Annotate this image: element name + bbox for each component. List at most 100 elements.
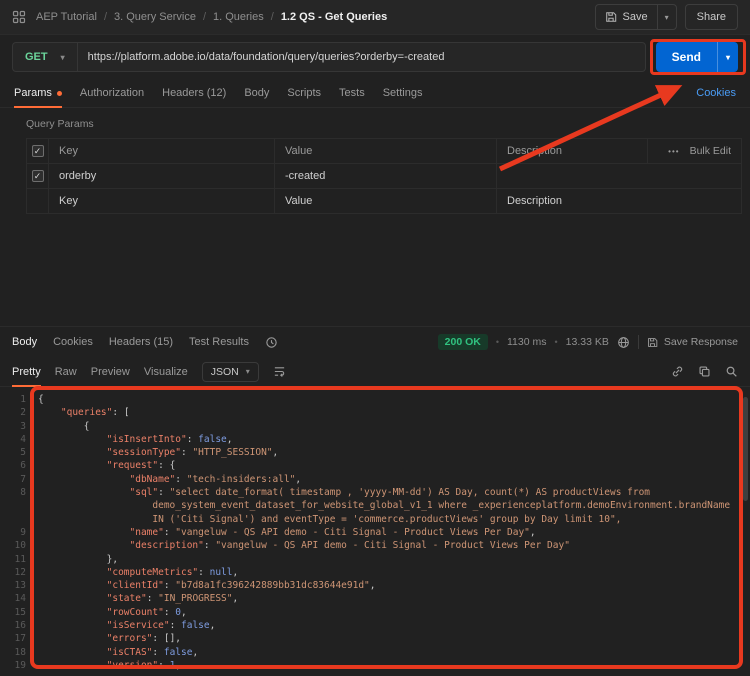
save-options-caret[interactable]: ▾ — [657, 5, 676, 29]
copy-icon[interactable] — [698, 365, 711, 378]
line-number: 12 — [0, 566, 38, 579]
param-row-empty: Key Value Description — [27, 189, 742, 214]
scrollbar-thumb[interactable] — [743, 397, 748, 501]
line-number: 1 — [0, 393, 38, 406]
code-text: "sessionType": "HTTP_SESSION", — [38, 446, 278, 459]
line-number: 10 — [0, 539, 38, 552]
code-line: IN ('Citi Signal') and eventType = 'comm… — [0, 513, 750, 526]
meta-separator: • — [555, 337, 558, 347]
save-response-icon — [647, 337, 658, 348]
breadcrumb: AEP Tutorial / 3. Query Service / 1. Que… — [36, 11, 387, 23]
param-row: ✓ orderby -created — [27, 164, 742, 189]
wrap-text-icon[interactable] — [273, 365, 286, 378]
cookies-link[interactable]: Cookies — [696, 87, 736, 99]
send-button[interactable]: Send — [656, 42, 717, 72]
response-tab-cookies[interactable]: Cookies — [53, 336, 93, 348]
workspace-icon[interactable] — [12, 10, 26, 24]
tab-authorization[interactable]: Authorization — [80, 79, 144, 107]
code-line: 18 "isCTAS": false, — [0, 646, 750, 659]
line-number: 13 — [0, 579, 38, 592]
format-dropdown[interactable]: JSON ▾ — [202, 362, 259, 382]
link-icon[interactable] — [671, 365, 684, 378]
history-icon[interactable] — [265, 336, 278, 349]
column-header-value: Value — [275, 139, 497, 164]
code-text: }, — [38, 553, 118, 566]
tab-params[interactable]: Params — [14, 79, 62, 107]
more-options-icon[interactable]: ••• — [668, 147, 679, 156]
code-text: "isCTAS": false, — [38, 646, 198, 659]
method-dropdown[interactable]: GET ▾ — [13, 43, 78, 71]
param-description-placeholder[interactable]: Description — [497, 189, 742, 214]
code-text: "version": 1, — [38, 659, 181, 672]
line-number: 2 — [0, 406, 38, 419]
status-badge: 200 OK — [438, 334, 488, 350]
chevron-down-icon: ▾ — [246, 367, 250, 376]
breadcrumb-item-collection[interactable]: AEP Tutorial — [36, 11, 97, 23]
code-line: 16 "isService": false, — [0, 619, 750, 632]
top-bar: AEP Tutorial / 3. Query Service / 1. Que… — [0, 0, 750, 35]
param-row-checkbox[interactable]: ✓ — [32, 170, 44, 182]
format-label: JSON — [211, 366, 239, 378]
save-button[interactable]: Save — [596, 5, 657, 29]
code-line: 5 "sessionType": "HTTP_SESSION", — [0, 446, 750, 459]
code-line: 15 "rowCount": 0, — [0, 606, 750, 619]
response-tab-headers[interactable]: Headers (15) — [109, 336, 173, 348]
response-tab-body[interactable]: Body — [12, 336, 37, 348]
bulk-edit-link[interactable]: Bulk Edit — [690, 145, 731, 157]
param-value-cell[interactable]: -created — [275, 164, 497, 189]
save-response-label: Save Response — [664, 336, 738, 348]
url-input[interactable] — [78, 43, 645, 71]
line-number: 15 — [0, 606, 38, 619]
line-number — [0, 513, 38, 526]
query-params-title: Query Params — [26, 118, 742, 130]
breadcrumb-separator: / — [104, 11, 107, 23]
param-value-placeholder[interactable]: Value — [275, 189, 497, 214]
response-toolbar: Pretty Raw Preview Visualize JSON ▾ — [0, 357, 750, 387]
code-text: "state": "IN_PROGRESS", — [38, 592, 238, 605]
code-text: "request": { — [38, 459, 175, 472]
query-params-section: Query Params ✓ Key Value Description •••… — [0, 108, 750, 214]
tab-scripts[interactable]: Scripts — [287, 79, 321, 107]
response-tab-test-results[interactable]: Test Results — [189, 336, 249, 348]
breadcrumb-separator: / — [203, 11, 206, 23]
param-description-cell[interactable] — [497, 164, 742, 189]
divider — [638, 335, 639, 349]
tab-settings[interactable]: Settings — [383, 79, 423, 107]
code-line: 1{ — [0, 393, 750, 406]
select-all-checkbox[interactable]: ✓ — [32, 145, 44, 157]
view-tab-pretty[interactable]: Pretty — [12, 357, 41, 386]
query-params-table: ✓ Key Value Description ••• Bulk Edit ✓ … — [26, 138, 742, 214]
line-number: 9 — [0, 526, 38, 539]
view-tab-visualize[interactable]: Visualize — [144, 357, 188, 386]
meta-separator: • — [496, 337, 499, 347]
view-tab-preview[interactable]: Preview — [91, 357, 130, 386]
column-header-description: Description — [497, 139, 648, 164]
params-header-row: ✓ Key Value Description ••• Bulk Edit — [27, 139, 742, 164]
code-text: { — [38, 420, 89, 433]
breadcrumb-item-folder[interactable]: 3. Query Service — [114, 11, 196, 23]
response-body-actions — [671, 365, 738, 378]
send-options-caret[interactable]: ▾ — [717, 42, 738, 72]
param-key-cell[interactable]: orderby — [49, 164, 275, 189]
breadcrumb-item-subfolder[interactable]: 1. Queries — [213, 11, 264, 23]
param-key-placeholder[interactable]: Key — [49, 189, 275, 214]
code-text: "sql": "select date_format( timestamp , … — [38, 486, 650, 499]
code-text: "queries": [ — [38, 406, 130, 419]
search-icon[interactable] — [725, 365, 738, 378]
line-number: 7 — [0, 473, 38, 486]
view-tab-raw[interactable]: Raw — [55, 357, 77, 386]
save-button-group: Save ▾ — [595, 4, 677, 30]
tab-body[interactable]: Body — [244, 79, 269, 107]
share-button[interactable]: Share — [685, 4, 738, 30]
save-response-button[interactable]: Save Response — [647, 336, 738, 348]
share-button-label: Share — [697, 11, 726, 23]
line-number: 8 — [0, 486, 38, 499]
tab-tests[interactable]: Tests — [339, 79, 365, 107]
code-line: 2 "queries": [ — [0, 406, 750, 419]
network-info-icon[interactable] — [617, 336, 630, 349]
code-line: 19 "version": 1, — [0, 659, 750, 672]
line-number: 3 — [0, 420, 38, 433]
tab-headers[interactable]: Headers (12) — [162, 79, 226, 107]
code-text: { — [38, 393, 44, 406]
response-body[interactable]: 1{2 "queries": [3 {4 "isInsertInto": fal… — [0, 387, 750, 676]
